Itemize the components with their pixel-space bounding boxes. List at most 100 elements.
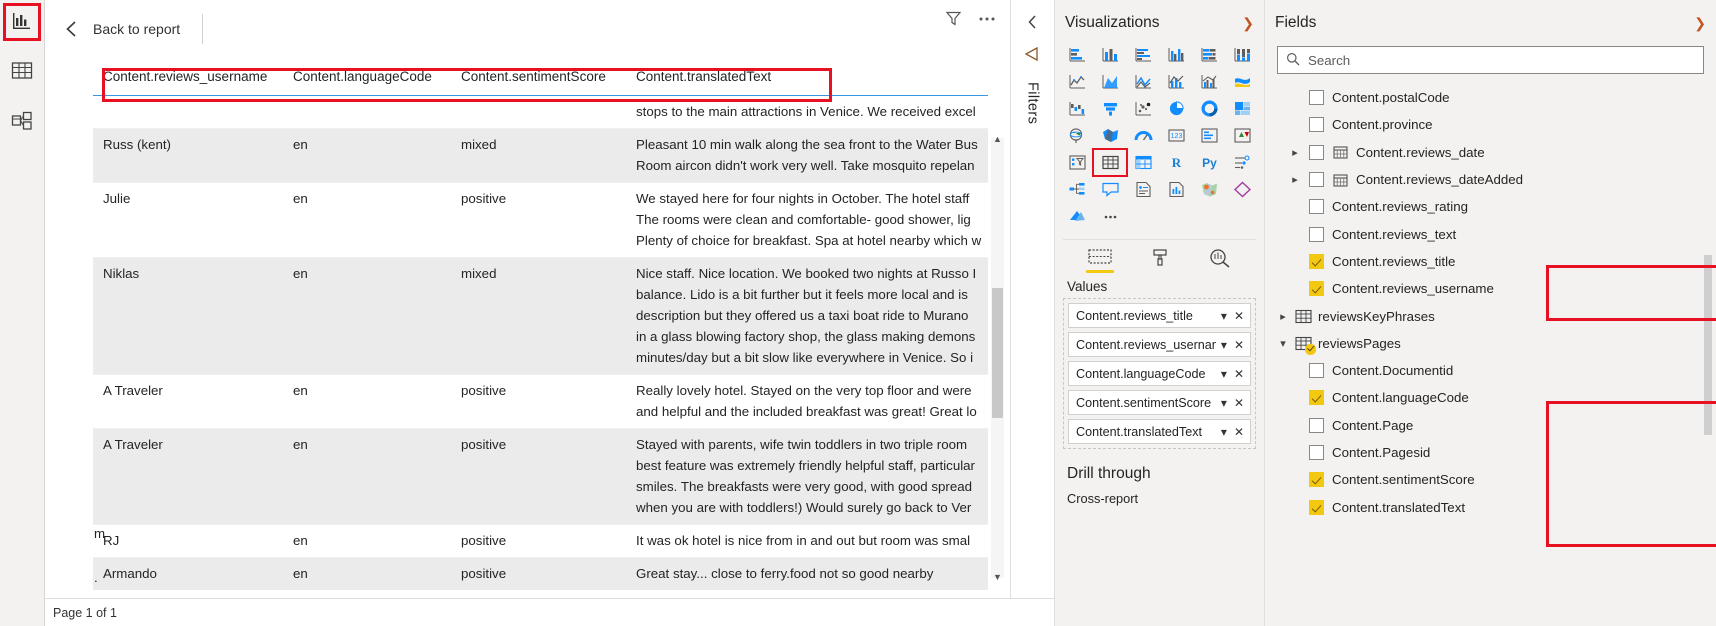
vertical-scroll-thumb[interactable]: [992, 288, 1003, 418]
scatter-chart-icon[interactable]: [1127, 96, 1159, 121]
kpi-icon[interactable]: [1226, 123, 1258, 148]
fields-list-item[interactable]: ▸Content.reviews_rating: [1265, 193, 1716, 220]
tab-fields-well[interactable]: [1083, 248, 1117, 273]
hundred-percent-stacked-column-icon[interactable]: [1226, 42, 1258, 67]
chevron-down-icon[interactable]: ▾: [1219, 338, 1229, 352]
chevron-down-icon[interactable]: ▾: [1219, 425, 1229, 439]
key-influencers-icon[interactable]: [1226, 150, 1258, 175]
table-row[interactable]: Russ (kent) en mixed Pleasant 10 min walk a…: [93, 129, 988, 183]
tab-analytics[interactable]: [1203, 248, 1237, 273]
filled-map-icon[interactable]: [1094, 123, 1126, 148]
gauge-icon[interactable]: [1127, 123, 1159, 148]
table-row[interactable]: RJ en positive It was ok hotel is nice from…: [93, 525, 988, 558]
values-field-pill[interactable]: Content.languageCode ▾ ✕: [1068, 361, 1251, 386]
ribbon-chart-icon[interactable]: [1226, 69, 1258, 94]
stacked-bar-chart-icon[interactable]: [1061, 42, 1093, 67]
fields-list-item[interactable]: ▸ Content.reviews_dateAdded: [1265, 166, 1716, 193]
table-vertical-scrollbar[interactable]: ▲ ▼: [991, 134, 1004, 582]
area-chart-icon[interactable]: [1094, 69, 1126, 94]
field-checkbox[interactable]: [1309, 144, 1324, 160]
azure-map-icon[interactable]: [1061, 204, 1093, 229]
table-row[interactable]: Armando en positive Great stay... close to …: [93, 558, 988, 590]
stacked-area-chart-icon[interactable]: [1127, 69, 1159, 94]
waterfall-chart-icon[interactable]: [1061, 96, 1093, 121]
tab-format[interactable]: [1143, 248, 1177, 273]
fields-list-item[interactable]: ▸Content.languageCode: [1265, 384, 1716, 411]
power-apps-icon[interactable]: [1226, 177, 1258, 202]
fields-list-item[interactable]: ▸Content.postalCode: [1265, 84, 1716, 111]
funnel-icon[interactable]: [945, 10, 962, 27]
scroll-down-icon[interactable]: ▼: [991, 570, 1004, 584]
field-checkbox[interactable]: [1309, 363, 1324, 379]
table-row-clipped[interactable]: stops to the main attractions in Venice.…: [93, 96, 988, 129]
search-input[interactable]: Search: [1277, 46, 1704, 74]
table-row[interactable]: A Traveler en positive Stayed with parents,…: [93, 429, 988, 525]
donut-chart-icon[interactable]: [1193, 96, 1225, 121]
line-and-stacked-column-icon[interactable]: [1160, 69, 1192, 94]
field-checkbox[interactable]: [1309, 172, 1324, 188]
fields-list-item[interactable]: ▸Content.province: [1265, 111, 1716, 138]
line-chart-icon[interactable]: [1061, 69, 1093, 94]
filters-pane-collapsed[interactable]: Filters: [1010, 0, 1054, 626]
line-and-clustered-column-icon[interactable]: [1193, 69, 1225, 94]
values-field-pill[interactable]: Content.sentimentScore ▾ ✕: [1068, 390, 1251, 415]
field-checkbox[interactable]: [1309, 390, 1324, 406]
fields-group-row[interactable]: ▸ reviewsKeyPhrases: [1265, 302, 1716, 329]
hundred-percent-stacked-bar-icon[interactable]: [1193, 42, 1225, 67]
chevron-left-icon[interactable]: [1026, 14, 1040, 30]
values-field-well[interactable]: Content.reviews_title ▾ ✕ Content.reviews_u…: [1063, 298, 1256, 449]
field-checkbox[interactable]: [1309, 199, 1324, 215]
chevron-down-icon[interactable]: ▾: [1219, 367, 1229, 381]
column-header-username[interactable]: Content.reviews_username: [93, 69, 283, 84]
map-icon[interactable]: [1061, 123, 1093, 148]
close-x-icon[interactable]: ✕: [1232, 425, 1246, 439]
values-field-pill[interactable]: Content.reviews_usernam ▾ ✕: [1068, 332, 1251, 357]
fields-group-row[interactable]: ▾ reviewsPages: [1265, 330, 1716, 357]
treemap-icon[interactable]: [1226, 96, 1258, 121]
chevron-right-icon[interactable]: ▸: [1289, 146, 1301, 159]
field-checkbox[interactable]: [1309, 117, 1324, 133]
stacked-column-chart-icon[interactable]: [1094, 42, 1126, 67]
close-x-icon[interactable]: ✕: [1232, 367, 1246, 381]
clustered-column-chart-icon[interactable]: [1160, 42, 1192, 67]
fields-list-item[interactable]: ▸Content.Pagesid: [1265, 439, 1716, 466]
column-header-sentimentscore[interactable]: Content.sentimentScore: [451, 69, 626, 84]
data-view-button[interactable]: [8, 58, 36, 86]
matrix-icon[interactable]: [1127, 150, 1159, 175]
table-icon[interactable]: [1092, 148, 1128, 177]
chevron-down-icon[interactable]: ▾: [1277, 337, 1289, 350]
column-header-translatedtext[interactable]: Content.translatedText: [626, 69, 988, 84]
scroll-up-icon[interactable]: ▲: [991, 132, 1004, 146]
fields-list-item[interactable]: ▸ Content.reviews_date: [1265, 139, 1716, 166]
chevron-right-icon[interactable]: ▸: [1289, 173, 1301, 186]
pie-chart-icon[interactable]: [1160, 96, 1192, 121]
back-chevron-icon[interactable]: [61, 18, 83, 40]
fields-list-item[interactable]: ▸Content.Page: [1265, 412, 1716, 439]
field-checkbox[interactable]: [1309, 417, 1324, 433]
field-checkbox[interactable]: [1309, 445, 1324, 460]
close-x-icon[interactable]: ✕: [1232, 396, 1246, 410]
funnel-chart-icon[interactable]: [1094, 96, 1126, 121]
decomposition-tree-icon[interactable]: [1061, 177, 1093, 202]
r-script-visual-icon[interactable]: R: [1160, 150, 1192, 175]
chevron-right-icon[interactable]: ▸: [1277, 310, 1289, 323]
chevron-right-icon[interactable]: ❯: [1694, 15, 1706, 32]
paginated-report-icon[interactable]: [1160, 177, 1192, 202]
field-checkbox[interactable]: [1309, 226, 1324, 242]
card-icon[interactable]: 123: [1160, 123, 1192, 148]
ellipsis-icon[interactable]: [978, 16, 996, 22]
close-x-icon[interactable]: ✕: [1232, 338, 1246, 352]
python-visual-icon[interactable]: Py: [1193, 150, 1225, 175]
slicer-icon[interactable]: [1061, 150, 1093, 175]
field-checkbox[interactable]: [1309, 281, 1324, 297]
arcgis-map-icon[interactable]: [1193, 177, 1225, 202]
field-checkbox[interactable]: [1309, 472, 1324, 488]
chevron-right-icon[interactable]: ❯: [1242, 15, 1254, 32]
table-row[interactable]: Niklas en mixed Nice staff. Nice location. …: [93, 258, 988, 375]
fields-list-item[interactable]: ▸Content.reviews_text: [1265, 220, 1716, 247]
filter-arrow-icon[interactable]: [1024, 46, 1041, 62]
smart-narrative-icon[interactable]: [1127, 177, 1159, 202]
close-x-icon[interactable]: ✕: [1232, 309, 1246, 323]
fields-list-item[interactable]: ▸Content.translatedText: [1265, 493, 1716, 520]
field-checkbox[interactable]: [1309, 499, 1324, 515]
